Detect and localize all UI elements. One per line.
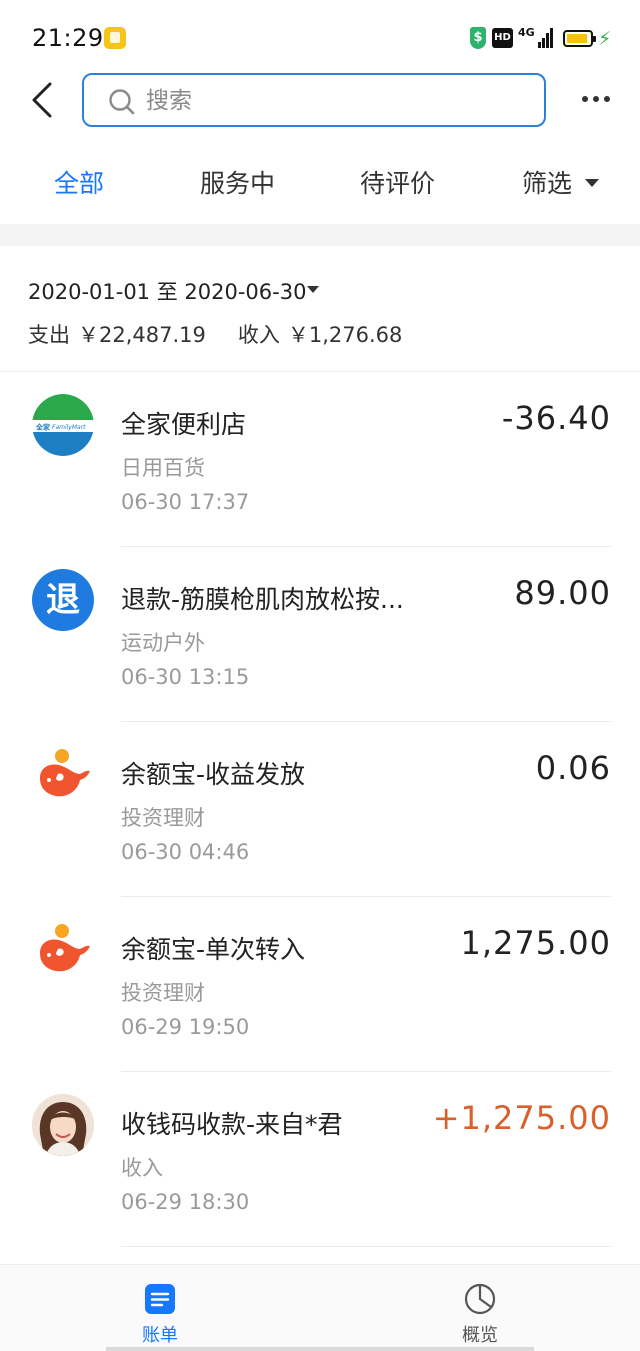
- transaction-time: 06-30 17:37: [121, 490, 250, 514]
- period-summary: 2020-01-01 至 2020-06-30 支出 ￥22,487.19 收入 ￥1…: [0, 246, 640, 372]
- transaction-title: 余额宝-收益发放: [121, 760, 306, 789]
- more-dot-icon: [604, 96, 610, 102]
- income-total: ￥1,276.68: [287, 323, 403, 347]
- signal-icon: [538, 28, 554, 48]
- section-divider: [0, 224, 640, 246]
- familymart-brand-en: FamilyMart: [52, 424, 86, 431]
- bill-icon: [145, 1284, 175, 1314]
- network-type-label: 4G: [518, 26, 535, 39]
- tab-to-review[interactable]: 待评价: [360, 164, 435, 200]
- header: [0, 70, 640, 132]
- tab-filter[interactable]: 筛选: [522, 164, 572, 200]
- transaction-title: 全家便利店: [121, 410, 247, 439]
- tab-all[interactable]: 全部: [54, 164, 104, 200]
- bottom-nav: 账单 概览: [0, 1264, 640, 1351]
- transaction-amount: -36.40: [501, 399, 611, 437]
- transaction-title: 余额宝-单次转入: [121, 935, 306, 964]
- nav-bill[interactable]: 账单: [120, 1279, 200, 1346]
- back-arrow-icon: [32, 82, 52, 118]
- familymart-brand-cn: 全家: [35, 423, 51, 432]
- search-box[interactable]: [82, 73, 546, 127]
- familymart-logo-icon: 全家 FamilyMart: [32, 394, 94, 456]
- pie-chart-icon: [464, 1283, 496, 1315]
- date-range-dropdown-icon[interactable]: [307, 286, 319, 293]
- status-bar: 21:29 $ HD 4G ⚡: [0, 0, 640, 78]
- search-input[interactable]: [146, 84, 526, 118]
- transaction-time: 06-29 18:30: [121, 1190, 250, 1214]
- search-icon: [109, 89, 135, 115]
- transaction-category: 投资理财: [121, 981, 205, 1005]
- more-dot-icon: [582, 96, 588, 102]
- battery-icon: [563, 30, 596, 47]
- yuebao-icon: [32, 744, 94, 806]
- nav-overview[interactable]: 概览: [440, 1279, 520, 1346]
- yuebao-icon: [32, 919, 94, 981]
- income-label: 收入: [237, 323, 280, 347]
- transaction-category: 收入: [121, 1156, 163, 1180]
- tab-in-service[interactable]: 服务中: [200, 164, 275, 200]
- nav-bill-label: 账单: [142, 1325, 178, 1346]
- expense-label: 支出: [28, 323, 70, 347]
- refund-icon: 退: [32, 569, 94, 631]
- notes-app-icon: [104, 27, 126, 49]
- expense-total: ￥22,487.19: [78, 323, 206, 347]
- filter-dropdown-icon[interactable]: [585, 179, 599, 187]
- date-range-selector[interactable]: 2020-01-01 至 2020-06-30: [28, 276, 306, 306]
- user-avatar: [32, 1094, 94, 1156]
- more-options-button[interactable]: [576, 88, 616, 112]
- more-dot-icon: [593, 96, 599, 102]
- transaction-row[interactable]: 退 退款-筋膜枪肌肉放松按... 运动户外 06-30 13:15 89.00: [0, 547, 640, 722]
- transaction-amount: +1,275.00: [432, 1099, 611, 1137]
- transaction-title: 收钱码收款-来自*君: [121, 1110, 343, 1139]
- transaction-category: 日用百货: [121, 456, 205, 480]
- transaction-row[interactable]: 全家 FamilyMart 全家便利店 日用百货 06-30 17:37 -36…: [0, 372, 640, 547]
- transaction-time: 06-29 19:50: [121, 1015, 250, 1039]
- status-time: 21:29: [32, 24, 104, 52]
- transaction-row[interactable]: 余额宝-单次转入 投资理财 06-29 19:50 1,275.00: [0, 897, 640, 1072]
- transaction-amount: 1,275.00: [460, 924, 611, 962]
- transaction-title: 退款-筋膜枪肌肉放松按...: [121, 585, 404, 614]
- transaction-category: 运动户外: [121, 631, 205, 655]
- summary-totals: 支出 ￥22,487.19 收入 ￥1,276.68: [28, 319, 410, 349]
- charging-icon: ⚡: [598, 28, 612, 50]
- back-button[interactable]: [24, 78, 64, 122]
- home-indicator[interactable]: [106, 1347, 534, 1351]
- transaction-row[interactable]: 余额宝-收益发放 投资理财 06-30 04:46 0.06: [0, 722, 640, 897]
- transaction-time: 06-30 13:15: [121, 665, 250, 689]
- transaction-amount: 89.00: [514, 574, 611, 612]
- security-shield-icon: $: [470, 27, 486, 49]
- transaction-row[interactable]: 收钱码收款-来自*君 收入 06-29 18:30 +1,275.00: [0, 1072, 640, 1247]
- filter-tabs: 全部 服务中 待评价 筛选: [0, 150, 640, 220]
- hd-icon: HD: [492, 28, 513, 48]
- transaction-amount: 0.06: [535, 749, 611, 787]
- transaction-time: 06-30 04:46: [121, 840, 250, 864]
- row-divider: [121, 1246, 611, 1247]
- transaction-category: 投资理财: [121, 806, 205, 830]
- nav-overview-label: 概览: [462, 1325, 498, 1346]
